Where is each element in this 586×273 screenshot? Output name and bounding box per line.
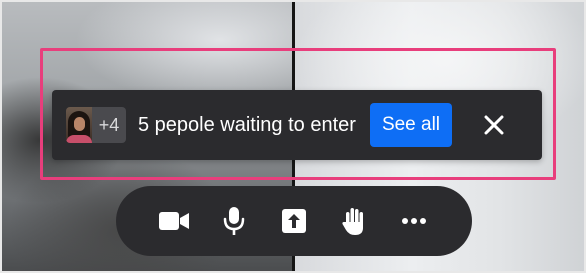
microphone-icon: [223, 207, 245, 235]
more-options-button[interactable]: [398, 205, 430, 237]
meeting-controls-toolbar: [116, 186, 472, 256]
video-camera-icon: [159, 212, 189, 230]
more-options-icon: [402, 218, 426, 224]
waiting-message: 5 pepole waiting to enter: [138, 113, 356, 136]
raise-hand-button[interactable]: [338, 205, 370, 237]
microphone-button[interactable]: [218, 205, 250, 237]
see-all-button[interactable]: See all: [369, 103, 453, 147]
share-screen-button[interactable]: [278, 205, 310, 237]
waiting-avatars[interactable]: +4: [66, 107, 126, 143]
additional-count-badge: +4: [92, 107, 126, 143]
participant-avatar: [66, 107, 92, 143]
camera-button[interactable]: [158, 205, 190, 237]
close-icon: [484, 115, 504, 135]
meeting-stage: +4 5 pepole waiting to enter See all: [0, 0, 586, 273]
waiting-room-banner: +4 5 pepole waiting to enter See all: [52, 90, 542, 160]
raise-hand-icon: [342, 208, 363, 235]
close-button[interactable]: [482, 113, 506, 137]
share-screen-icon: [282, 209, 306, 233]
